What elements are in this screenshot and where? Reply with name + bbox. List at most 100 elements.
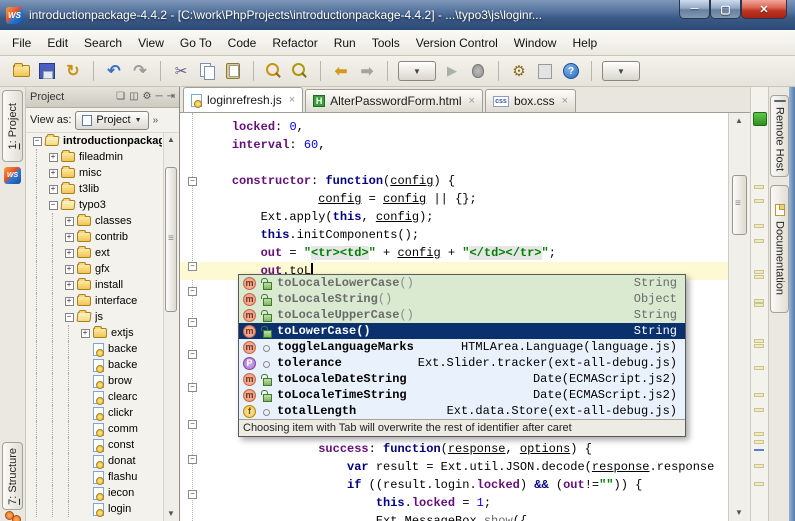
- fold-marker-icon[interactable]: −: [188, 490, 197, 499]
- tree-item-backe[interactable]: backe: [26, 357, 162, 373]
- collapse-icon[interactable]: −: [65, 313, 74, 322]
- expand-icon[interactable]: +: [65, 265, 74, 274]
- code-line[interactable]: interval: 60,: [203, 136, 750, 154]
- warning-stripe-mark[interactable]: [754, 270, 764, 274]
- forward-icon[interactable]: ➡: [357, 61, 377, 81]
- tree-item-introductionpackage-4-4-2[interactable]: −introductionpackage-4.4.2: [26, 133, 162, 149]
- expand-icon[interactable]: +: [65, 281, 74, 290]
- fold-marker-icon[interactable]: −: [188, 318, 197, 327]
- maximize-button[interactable]: ▢: [710, 0, 741, 19]
- editor-tab-loginrefresh-js[interactable]: loginrefresh.js×: [183, 87, 303, 112]
- info-stripe-mark[interactable]: [754, 449, 764, 451]
- expand-icon[interactable]: +: [81, 329, 90, 338]
- editor-tab-box-css[interactable]: cssbox.css×: [485, 89, 576, 112]
- tab-close-icon[interactable]: ×: [469, 95, 475, 107]
- settings-icon[interactable]: ⚙: [509, 61, 529, 81]
- toolwindow-tab-structure[interactable]: 7: Structure: [2, 442, 23, 510]
- toolwindow-tab-project[interactable]: 1: Project: [2, 90, 23, 162]
- warning-stripe-mark[interactable]: [754, 344, 764, 348]
- tree-item-typo3[interactable]: −typo3: [26, 197, 162, 213]
- completion-item-totallength[interactable]: ftotalLengthExt.data.Store(ext-all-debug…: [239, 403, 685, 419]
- warning-stripe-mark[interactable]: [754, 366, 764, 370]
- more-dropdown[interactable]: ▼: [602, 61, 640, 81]
- fold-marker-icon[interactable]: −: [188, 420, 197, 429]
- settings-wrench-icon[interactable]: ⚙: [143, 92, 152, 102]
- completion-item-tolowercase[interactable]: mtoLowerCase()String: [239, 323, 685, 339]
- hide-panel-icon[interactable]: ⇥: [167, 92, 175, 102]
- code-line[interactable]: [203, 154, 750, 172]
- expand-icon[interactable]: +: [49, 185, 58, 194]
- tree-item-extjs[interactable]: +extjs: [26, 325, 162, 341]
- scroll-down-icon[interactable]: ▼: [165, 508, 177, 520]
- editor-tab-alterpasswordform-html[interactable]: HAlterPasswordForm.html×: [305, 89, 483, 112]
- warning-stripe-mark[interactable]: [754, 303, 764, 307]
- tree-item-js[interactable]: −js: [26, 309, 162, 325]
- completion-item-tolocalestring[interactable]: mtoLocaleString()Object: [239, 291, 685, 307]
- editor-body[interactable]: locked: 0, interval: 60, constructor: fu…: [180, 113, 750, 521]
- warning-stripe-mark[interactable]: [754, 432, 764, 436]
- scroll-up-icon[interactable]: ▲: [165, 134, 177, 146]
- editor-scroll-up-icon[interactable]: ▲: [733, 115, 745, 127]
- code-line[interactable]: locked: 0,: [203, 118, 750, 136]
- cut-icon[interactable]: ✂: [171, 61, 191, 81]
- tree-item-flashu[interactable]: flashu: [26, 469, 162, 485]
- menu-run[interactable]: Run: [326, 33, 364, 53]
- menu-help[interactable]: Help: [564, 33, 605, 53]
- code-line[interactable]: var result = Ext.util.JSON.decode(respon…: [203, 458, 750, 476]
- save-all-icon[interactable]: [37, 61, 57, 81]
- warning-stripe-mark[interactable]: [754, 408, 764, 412]
- tree-item-ext[interactable]: +ext: [26, 245, 162, 261]
- warning-stripe-mark[interactable]: [754, 464, 764, 468]
- collapse-icon[interactable]: −: [33, 137, 42, 146]
- open-project-icon[interactable]: [11, 61, 31, 81]
- code-line[interactable]: config = config || {};: [203, 190, 750, 208]
- completion-item-tolocaleuppercase[interactable]: mtoLocaleUpperCase()String: [239, 307, 685, 323]
- code-line[interactable]: Ext.apply(this, config);: [203, 208, 750, 226]
- editor-scrollbar[interactable]: ▲ ▼: [728, 113, 750, 521]
- project-tree-scrollbar[interactable]: ▲ ▼: [163, 133, 178, 521]
- minimize-panel-icon[interactable]: ─: [156, 92, 163, 102]
- tree-item-install[interactable]: +install: [26, 277, 162, 293]
- expand-icon[interactable]: +: [65, 249, 74, 258]
- menu-version-control[interactable]: Version Control: [408, 33, 506, 53]
- tree-item-t3lib[interactable]: +t3lib: [26, 181, 162, 197]
- fold-marker-icon[interactable]: −: [188, 177, 197, 186]
- tree-item-clearc[interactable]: clearc: [26, 389, 162, 405]
- undo-icon[interactable]: ↶: [104, 61, 124, 81]
- menu-edit[interactable]: Edit: [39, 33, 76, 53]
- expand-icon[interactable]: +: [49, 169, 58, 178]
- dock-mode-icon[interactable]: ◫: [129, 92, 138, 102]
- completion-item-tolocalelowercase[interactable]: mtoLocaleLowerCase()String: [239, 275, 685, 291]
- tree-item-misc[interactable]: +misc: [26, 165, 162, 181]
- tree-scrollbar-thumb[interactable]: [165, 167, 177, 312]
- tree-item-const[interactable]: const: [26, 437, 162, 453]
- menu-code[interactable]: Code: [220, 33, 265, 53]
- menu-search[interactable]: Search: [76, 33, 130, 53]
- run-icon[interactable]: ▶: [442, 61, 462, 81]
- more-chevron-icon[interactable]: »: [153, 115, 159, 126]
- find-icon[interactable]: [264, 61, 284, 81]
- redo-icon[interactable]: ↷: [130, 61, 150, 81]
- expand-icon[interactable]: +: [65, 233, 74, 242]
- tree-item-gfx[interactable]: +gfx: [26, 261, 162, 277]
- code-line[interactable]: constructor: function(config) {: [203, 172, 750, 190]
- tree-item-iecon[interactable]: iecon: [26, 485, 162, 501]
- expand-icon[interactable]: +: [49, 153, 58, 162]
- warning-stripe-mark[interactable]: [754, 482, 764, 486]
- warning-stripe-mark[interactable]: [754, 224, 764, 228]
- warning-stripe-mark[interactable]: [754, 239, 764, 243]
- fold-marker-icon[interactable]: −: [188, 262, 197, 271]
- fold-marker-icon[interactable]: −: [188, 455, 197, 464]
- template-settings-icon[interactable]: [535, 61, 555, 81]
- editor-scrollbar-thumb[interactable]: [732, 175, 747, 235]
- fold-marker-icon[interactable]: −: [188, 287, 197, 296]
- back-icon[interactable]: ⬅: [331, 61, 351, 81]
- fold-marker-icon[interactable]: −: [188, 383, 197, 392]
- tab-close-icon[interactable]: ×: [562, 95, 568, 107]
- tree-item-contrib[interactable]: +contrib: [26, 229, 162, 245]
- tab-close-icon[interactable]: ×: [289, 94, 295, 106]
- warning-stripe-mark[interactable]: [754, 275, 764, 279]
- warning-stripe-mark[interactable]: [754, 440, 764, 444]
- completion-item-tolerance[interactable]: PtoleranceExt.Slider.tracker(ext-all-deb…: [239, 355, 685, 371]
- warning-stripe-mark[interactable]: [754, 199, 764, 203]
